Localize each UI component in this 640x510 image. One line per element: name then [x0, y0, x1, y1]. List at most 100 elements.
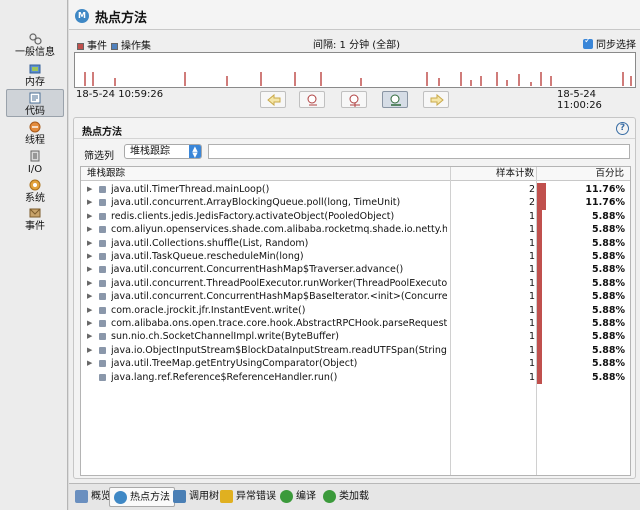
- method-name: java.util.TaskQueue.rescheduleMin(long): [111, 251, 304, 262]
- bottom-tab-bar: 概览 热点方法 调用树 异常错误 编译 类加载: [69, 483, 640, 510]
- main-area: M 热点方法 事件 操作集 间隔: 1 分钟 (全部) 同步选择 18-5-24…: [69, 0, 640, 510]
- sample-count: 2: [528, 184, 535, 195]
- hot-methods-table: 堆栈跟踪 样本计数 百分比 ▶ java.util.TimerThread.mai…: [80, 166, 631, 476]
- tab-label: 调用树: [189, 491, 219, 502]
- sidebar-item-general-info[interactable]: 一般信息: [6, 32, 64, 58]
- scroll-right-button[interactable]: [423, 91, 449, 108]
- method-name: com.aliyun.openservices.shade.com.alibab…: [111, 224, 447, 236]
- expand-arrow-icon[interactable]: ▶: [87, 344, 92, 357]
- method-name: java.util.TreeMap.getEntryUsingComparato…: [111, 358, 358, 370]
- method-name: redis.clients.jedis.JedisFactory.activat…: [111, 210, 395, 222]
- tab-class-loading[interactable]: 类加载: [319, 487, 373, 507]
- sync-selection-label: 同步选择: [596, 40, 636, 51]
- expand-arrow-icon[interactable]: ▶: [87, 277, 92, 290]
- table-row[interactable]: ▶ redis.clients.jedis.JedisFactory.activa…: [81, 209, 630, 224]
- filter-column-value: 堆栈跟踪: [130, 146, 170, 157]
- table-row[interactable]: ▶ java.io.ObjectInputStream$BlockDataInpu…: [81, 343, 630, 358]
- sidebar-item-system[interactable]: 系统: [6, 178, 64, 204]
- expand-arrow-icon[interactable]: ▶: [87, 223, 92, 236]
- sample-count: 2: [528, 197, 535, 209]
- expand-arrow-icon[interactable]: ▶: [87, 250, 92, 263]
- method-name: sun.nio.ch.SocketChannelImpl.write(ByteB…: [111, 331, 339, 343]
- filter-column-select[interactable]: 堆栈跟踪 ▲ ▼: [124, 144, 202, 159]
- legend-operations: 操作集: [111, 37, 151, 52]
- method-icon: [99, 373, 106, 381]
- sidebar-item-code[interactable]: 代码: [6, 89, 64, 117]
- percent-bar: [537, 290, 542, 304]
- zoom-out-button[interactable]: [299, 91, 325, 108]
- table-row[interactable]: ▶ sun.nio.ch.SocketChannelImpl.write(Byte…: [81, 330, 630, 344]
- sidebar-item-threads[interactable]: 线程: [6, 120, 64, 146]
- sample-count: 1: [528, 277, 535, 289]
- column-header-sample-count[interactable]: 样本计数: [451, 167, 537, 181]
- method-icon: [99, 266, 106, 274]
- tab-exceptions[interactable]: 异常错误: [216, 487, 280, 507]
- event-timeline-chart[interactable]: [74, 52, 636, 88]
- overview-icon: [75, 490, 88, 503]
- expand-arrow-icon[interactable]: ▶: [87, 263, 92, 276]
- expand-arrow-icon[interactable]: ▶: [87, 317, 92, 330]
- tab-call-tree[interactable]: 调用树: [169, 487, 223, 507]
- table-row[interactable]: ▶ com.aliyun.openservices.shade.com.aliba…: [81, 223, 630, 237]
- table-row[interactable]: ▶ com.alibaba.ons.open.trace.core.hook.Ab…: [81, 317, 630, 331]
- arrow-right-icon: [430, 93, 444, 107]
- percent-value: 5.88%: [592, 251, 625, 262]
- table-row[interactable]: ▶ com.oracle.jrockit.jfr.InstantEvent.wri…: [81, 303, 630, 318]
- percent-value: 5.88%: [592, 291, 625, 303]
- expand-arrow-icon[interactable]: ▶: [87, 357, 92, 370]
- sample-count: 1: [528, 358, 535, 370]
- tab-hot-methods[interactable]: 热点方法: [109, 487, 175, 507]
- io-icon: [30, 150, 40, 162]
- sample-count: 1: [528, 251, 535, 262]
- expand-arrow-icon[interactable]: ▶: [87, 237, 92, 250]
- table-row[interactable]: ▶ java.util.concurrent.ArrayBlockingQueue…: [81, 196, 630, 210]
- class-loading-icon: [323, 490, 336, 503]
- exception-icon: [220, 490, 233, 503]
- table-row[interactable]: ▶ java.util.TaskQueue.rescheduleMin(long)…: [81, 250, 630, 264]
- expand-arrow-icon[interactable]: ▶: [87, 330, 92, 343]
- expand-arrow-icon[interactable]: ▶: [87, 290, 92, 303]
- sidebar-item-memory[interactable]: 内存: [6, 62, 64, 88]
- timeline-end-time: 18-5-24 11:00:26: [557, 89, 602, 111]
- tab-compile[interactable]: 编译: [276, 487, 320, 507]
- page-title: 热点方法: [95, 11, 148, 26]
- expand-arrow-icon[interactable]: ▶: [87, 210, 92, 223]
- sidebar-item-label: 系统: [25, 193, 45, 204]
- scroll-left-button[interactable]: [260, 91, 286, 108]
- table-row[interactable]: ▶ java.util.concurrent.ConcurrentHashMap$…: [81, 290, 630, 304]
- tab-label: 概览: [91, 491, 111, 502]
- filter-input[interactable]: [208, 144, 630, 159]
- sample-count: 1: [528, 210, 535, 222]
- zoom-in-button[interactable]: [341, 91, 367, 108]
- percent-bar: [537, 223, 542, 237]
- sidebar-item-label: 代码: [25, 106, 45, 117]
- table-row[interactable]: ▶ java.util.TreeMap.getEntryUsingComparat…: [81, 357, 630, 371]
- method-name: com.oracle.jrockit.jfr.InstantEvent.writ…: [111, 304, 306, 316]
- method-name: java.util.concurrent.ConcurrentHashMap$T…: [111, 264, 404, 276]
- expand-arrow-icon[interactable]: ▶: [87, 196, 92, 209]
- expand-arrow-icon[interactable]: ▶: [87, 304, 92, 317]
- expand-arrow-icon[interactable]: ▶: [87, 183, 92, 196]
- table-row[interactable]: ▶ java.util.TimerThread.mainLoop() 2 11.76%: [81, 183, 630, 197]
- tab-label: 热点方法: [130, 492, 170, 503]
- table-row[interactable]: ▶ java.util.Collections.shuffle(List, Ran…: [81, 236, 630, 251]
- sync-selection-checkbox[interactable]: 同步选择: [583, 36, 636, 51]
- zoom-in-icon: [349, 94, 360, 107]
- timeline: 事件 操作集 间隔: 1 分钟 (全部) 同步选择 18-5-24 10:59:…: [69, 31, 640, 115]
- help-icon[interactable]: ?: [616, 122, 629, 135]
- table-row[interactable]: ▶ java.util.concurrent.ConcurrentHashMap$…: [81, 263, 630, 277]
- sidebar-item-io[interactable]: I/O: [6, 149, 64, 175]
- zoom-fit-button[interactable]: [382, 91, 408, 108]
- sidebar-item-events[interactable]: 事件: [6, 206, 64, 232]
- column-header-percentage[interactable]: 百分比: [537, 167, 630, 181]
- sample-count: 1: [528, 264, 535, 276]
- method-name: java.util.Collections.shuffle(List, Rand…: [111, 237, 309, 249]
- sample-count: 1: [528, 318, 535, 329]
- column-header-stack-trace[interactable]: 堆栈跟踪: [81, 167, 451, 181]
- table-row[interactable]: java.lang.ref.Reference$ReferenceHandler…: [81, 370, 630, 385]
- timeline-svg: [84, 72, 632, 86]
- percent-bar: [537, 276, 542, 291]
- sidebar-item-label: 一般信息: [15, 47, 55, 58]
- table-row[interactable]: ▶ java.util.concurrent.ThreadPoolExecutor…: [81, 276, 630, 291]
- sidebar-item-label: 线程: [25, 135, 45, 146]
